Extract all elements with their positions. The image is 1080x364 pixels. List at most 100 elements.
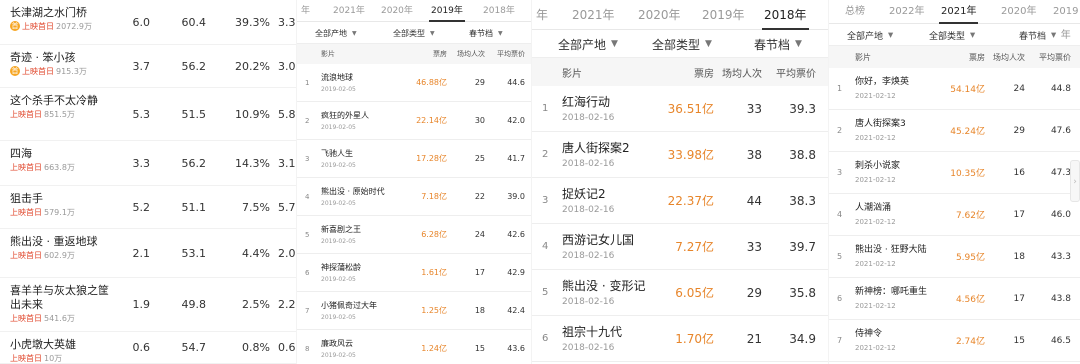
filter-dropdown[interactable]: 春节档 ▼ <box>1019 24 1056 46</box>
panel-boxoffice-2018: 年 2021年 2020年 2019年 2018年 全部产地 ▼ 全部类型 ▼ 春节档 ▼ 影片 票房场… <box>532 0 828 364</box>
tab-year[interactable]: 年 <box>534 0 550 30</box>
table-row[interactable]: 3 飞驰人生 2019-02-05 17.28亿 25 41.7 <box>297 140 531 178</box>
table-row[interactable]: 3 刺杀小说家 2021-02-12 10.35亿 16 47.3 <box>829 152 1080 194</box>
table-row[interactable]: 1 流浪地球 2019-02-05 46.88亿 29 44.6 <box>297 64 531 102</box>
tab-year[interactable]: 2020年 <box>636 0 683 30</box>
avg-price-value: 34.9 <box>789 331 816 346</box>
release-date: 2021-02-12 <box>855 343 896 352</box>
filter-label: 全部类型 <box>393 28 425 38</box>
box-office-value: 10.35亿 <box>950 169 985 179</box>
movie-title: 熊出没 · 狂野大陆 <box>855 245 927 256</box>
filter-dropdown[interactable]: 春节档 ▼ <box>469 22 503 44</box>
filter-dropdown[interactable]: 全部类型 ▼ <box>652 30 712 58</box>
list-item[interactable]: 小虎墩大英雄上映首日10万 0.6 54.7 0.8% 0.6% <box>0 332 296 364</box>
movie-title: 刺杀小说家 <box>855 161 901 172</box>
table-row[interactable]: 5 新喜剧之王 2019-02-05 6.28亿 24 42.6 <box>297 216 531 254</box>
list-item[interactable]: 奇迹 · 笨小孩首上映首日915.3万 3.7 56.2 20.2% 3.0% <box>0 45 296 88</box>
list-item[interactable]: 喜羊羊与灰太狼之筐出未来上映首日541.6万 1.9 49.8 2.5% 2.2% <box>0 278 296 332</box>
stat-cell: 5.2 <box>132 200 151 214</box>
stat-cell: 6.0 <box>132 15 151 29</box>
tab-year[interactable]: 2018年 <box>481 0 517 22</box>
table-row[interactable]: 6 祖宗十九代 2018-02-16 1.70亿 21 34.9 <box>532 316 828 362</box>
rank-number: 1 <box>542 103 549 114</box>
stat-cell: 2.1 <box>132 246 151 260</box>
tab-year[interactable]: 2021年 <box>939 0 979 24</box>
column-header: 影片 <box>562 68 582 80</box>
tab-year[interactable]: 2019年 <box>429 0 465 22</box>
tab-year[interactable]: 2021年 <box>570 0 617 30</box>
movie-cell: 熊出没 · 变形记 2018-02-16 <box>562 279 674 307</box>
tab-year[interactable]: 2021年 <box>331 0 367 22</box>
tab-year[interactable]: 2020年 <box>379 0 415 22</box>
box-office-value: 17.28亿 <box>416 154 447 163</box>
box-office-value: 7.62亿 <box>955 211 985 221</box>
table-row[interactable]: 7 侍神令 2021-02-12 2.74亿 15 46.5 <box>829 320 1080 362</box>
movie-title: 疯狂的外星人 <box>321 110 369 120</box>
table-row[interactable]: 3 捉妖记2 2018-02-16 22.37亿 44 38.3 <box>532 178 828 224</box>
table-row[interactable]: 7 小猪佩奇过大年 2019-02-05 1.25亿 18 42.4 <box>297 292 531 330</box>
stat-cell: 2.5% <box>242 298 270 311</box>
filter-dropdown[interactable]: 春节档 ▼ <box>754 30 802 58</box>
movie-cell: 人潮汹涌 2021-02-12 <box>855 203 945 225</box>
list-item[interactable]: 狙击手上映首日579.1万 5.2 51.1 7.5% 5.7% <box>0 186 296 229</box>
table-row[interactable]: 4 西游记女儿国 2018-02-16 7.27亿 33 39.7 <box>532 224 828 270</box>
list-item[interactable]: 长津湖之水门桥首上映首日2072.9万 6.0 60.4 39.3% 3.3% <box>0 0 296 45</box>
tab-year[interactable]: 2022年 <box>887 0 926 24</box>
column-header: 票房 <box>433 50 447 58</box>
column-header: 平均票价 <box>497 50 525 58</box>
stat-cell: 20.2% <box>235 59 270 73</box>
box-office-value: 46.88亿 <box>416 78 447 87</box>
list-item[interactable]: 这个杀手不太冷静上映首日851.5万 5.3 51.5 10.9% 5.8% <box>0 88 296 141</box>
tab-year[interactable]: 2020年 <box>999 0 1038 24</box>
scroll-arrow-right[interactable]: › <box>1070 160 1080 202</box>
firstday-line: 首上映首日 2072.9万 <box>10 21 110 32</box>
stat-cell: 3.3 <box>132 156 151 170</box>
filter-dropdown[interactable]: 全部产地 ▼ <box>315 22 357 44</box>
movie-title: 唐人街探案2 <box>562 140 630 155</box>
avg-people-value: 17 <box>474 268 485 277</box>
filter-label: 全部类型 <box>652 37 701 52</box>
table-row[interactable]: 4 熊出没 · 原始时代 2019-02-05 7.18亿 22 39.0 <box>297 178 531 216</box>
table-row[interactable]: 2 疯狂的外星人 2019-02-05 22.14亿 30 42.0 <box>297 102 531 140</box>
tab-year[interactable]: 年 <box>299 0 312 22</box>
release-date: 2019-02-05 <box>321 161 356 169</box>
filter-dropdown[interactable]: 全部类型 ▼ <box>393 22 435 44</box>
tab-year[interactable]: 总榜 <box>843 0 867 24</box>
movie-cell: 喜羊羊与灰太狼之筐出未来 上映首日 541.6万 <box>10 284 110 324</box>
stat-cell: 51.1 <box>181 200 207 214</box>
tab-year[interactable]: 2018年 <box>762 0 809 30</box>
filter-dropdown[interactable]: 全部产地 ▼ <box>558 30 618 58</box>
movie-title: 长津湖之水门桥 <box>10 6 87 19</box>
list-item[interactable]: 四海上映首日663.8万 3.3 56.2 14.3% 3.1% <box>0 141 296 186</box>
filter-dropdown[interactable]: 全部产地 ▼ <box>847 24 893 46</box>
tab-year[interactable]: 2019年 <box>1051 0 1080 41</box>
firstday-value: 579.1万 <box>44 207 75 217</box>
movie-title: 捉妖记2 <box>562 186 606 201</box>
release-date: 2021-02-12 <box>855 91 896 100</box>
filter-dropdown[interactable]: 全部类型 ▼ <box>929 24 975 46</box>
filter-label: 全部产地 <box>847 31 884 42</box>
movie-title: 狙击手 <box>10 192 43 205</box>
avg-price-value: 38.3 <box>789 193 816 208</box>
stat-cell: 2.2% <box>278 298 296 311</box>
movie-cell: 神探蒲松龄 2019-02-05 <box>321 263 409 283</box>
tab-year[interactable]: 2019年 <box>700 0 747 30</box>
filter-label: 春节档 <box>754 37 791 52</box>
list-item[interactable]: 熊出没 · 重返地球上映首日602.9万 2.1 53.1 4.4% 2.0% <box>0 229 296 278</box>
box-office-value: 36.51亿 <box>667 102 714 116</box>
chevron-down-icon: ▼ <box>795 39 802 49</box>
table-row[interactable]: 2 唐人街探案2 2018-02-16 33.98亿 38 38.8 <box>532 132 828 178</box>
avg-price-value: 43.8 <box>1050 293 1071 304</box>
box-office-value: 22.14亿 <box>416 116 447 125</box>
movie-cell: 祖宗十九代 2018-02-16 <box>562 325 674 353</box>
firstday-line: 上映首日 10万 <box>10 353 110 364</box>
table-row[interactable]: 2 唐人街探案3 2021-02-12 45.24亿 29 47.6 <box>829 110 1080 152</box>
table-row[interactable]: 4 人潮汹涌 2021-02-12 7.62亿 17 46.0 <box>829 194 1080 236</box>
table-row[interactable]: 8 廉政风云 2019-02-05 1.24亿 15 43.6 <box>297 330 531 364</box>
table-row[interactable]: 6 神探蒲松龄 2019-02-05 1.61亿 17 42.9 <box>297 254 531 292</box>
table-row[interactable]: 1 红海行动 2018-02-16 36.51亿 33 39.3 <box>532 86 828 132</box>
table-row[interactable]: 5 熊出没 · 变形记 2018-02-16 6.05亿 29 35.8 <box>532 270 828 316</box>
table-row[interactable]: 5 熊出没 · 狂野大陆 2021-02-12 5.95亿 18 43.3 <box>829 236 1080 278</box>
table-row[interactable]: 6 新神榜：哪吒重生 2021-02-12 4.56亿 17 43.8 <box>829 278 1080 320</box>
table-row[interactable]: 1 你好，李焕英 2021-02-12 54.14亿 24 44.8 <box>829 68 1080 110</box>
